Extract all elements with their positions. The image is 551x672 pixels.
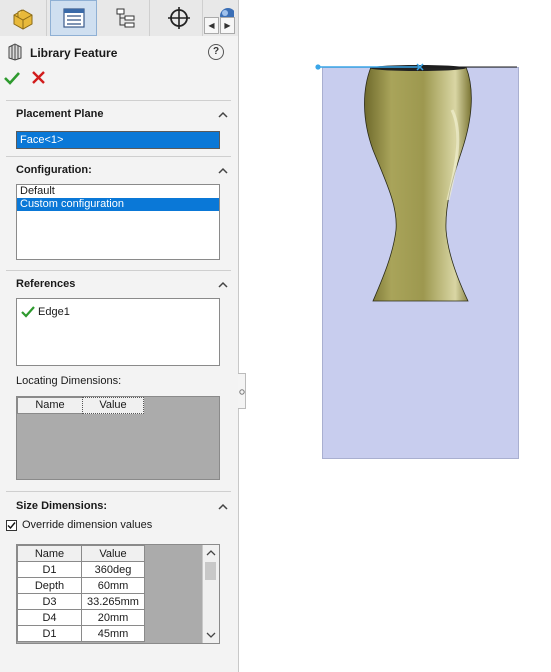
vase-model[interactable]: [364, 66, 472, 302]
graphics-area[interactable]: [0, 0, 551, 672]
edge-endpoint-handle[interactable]: [315, 64, 321, 70]
